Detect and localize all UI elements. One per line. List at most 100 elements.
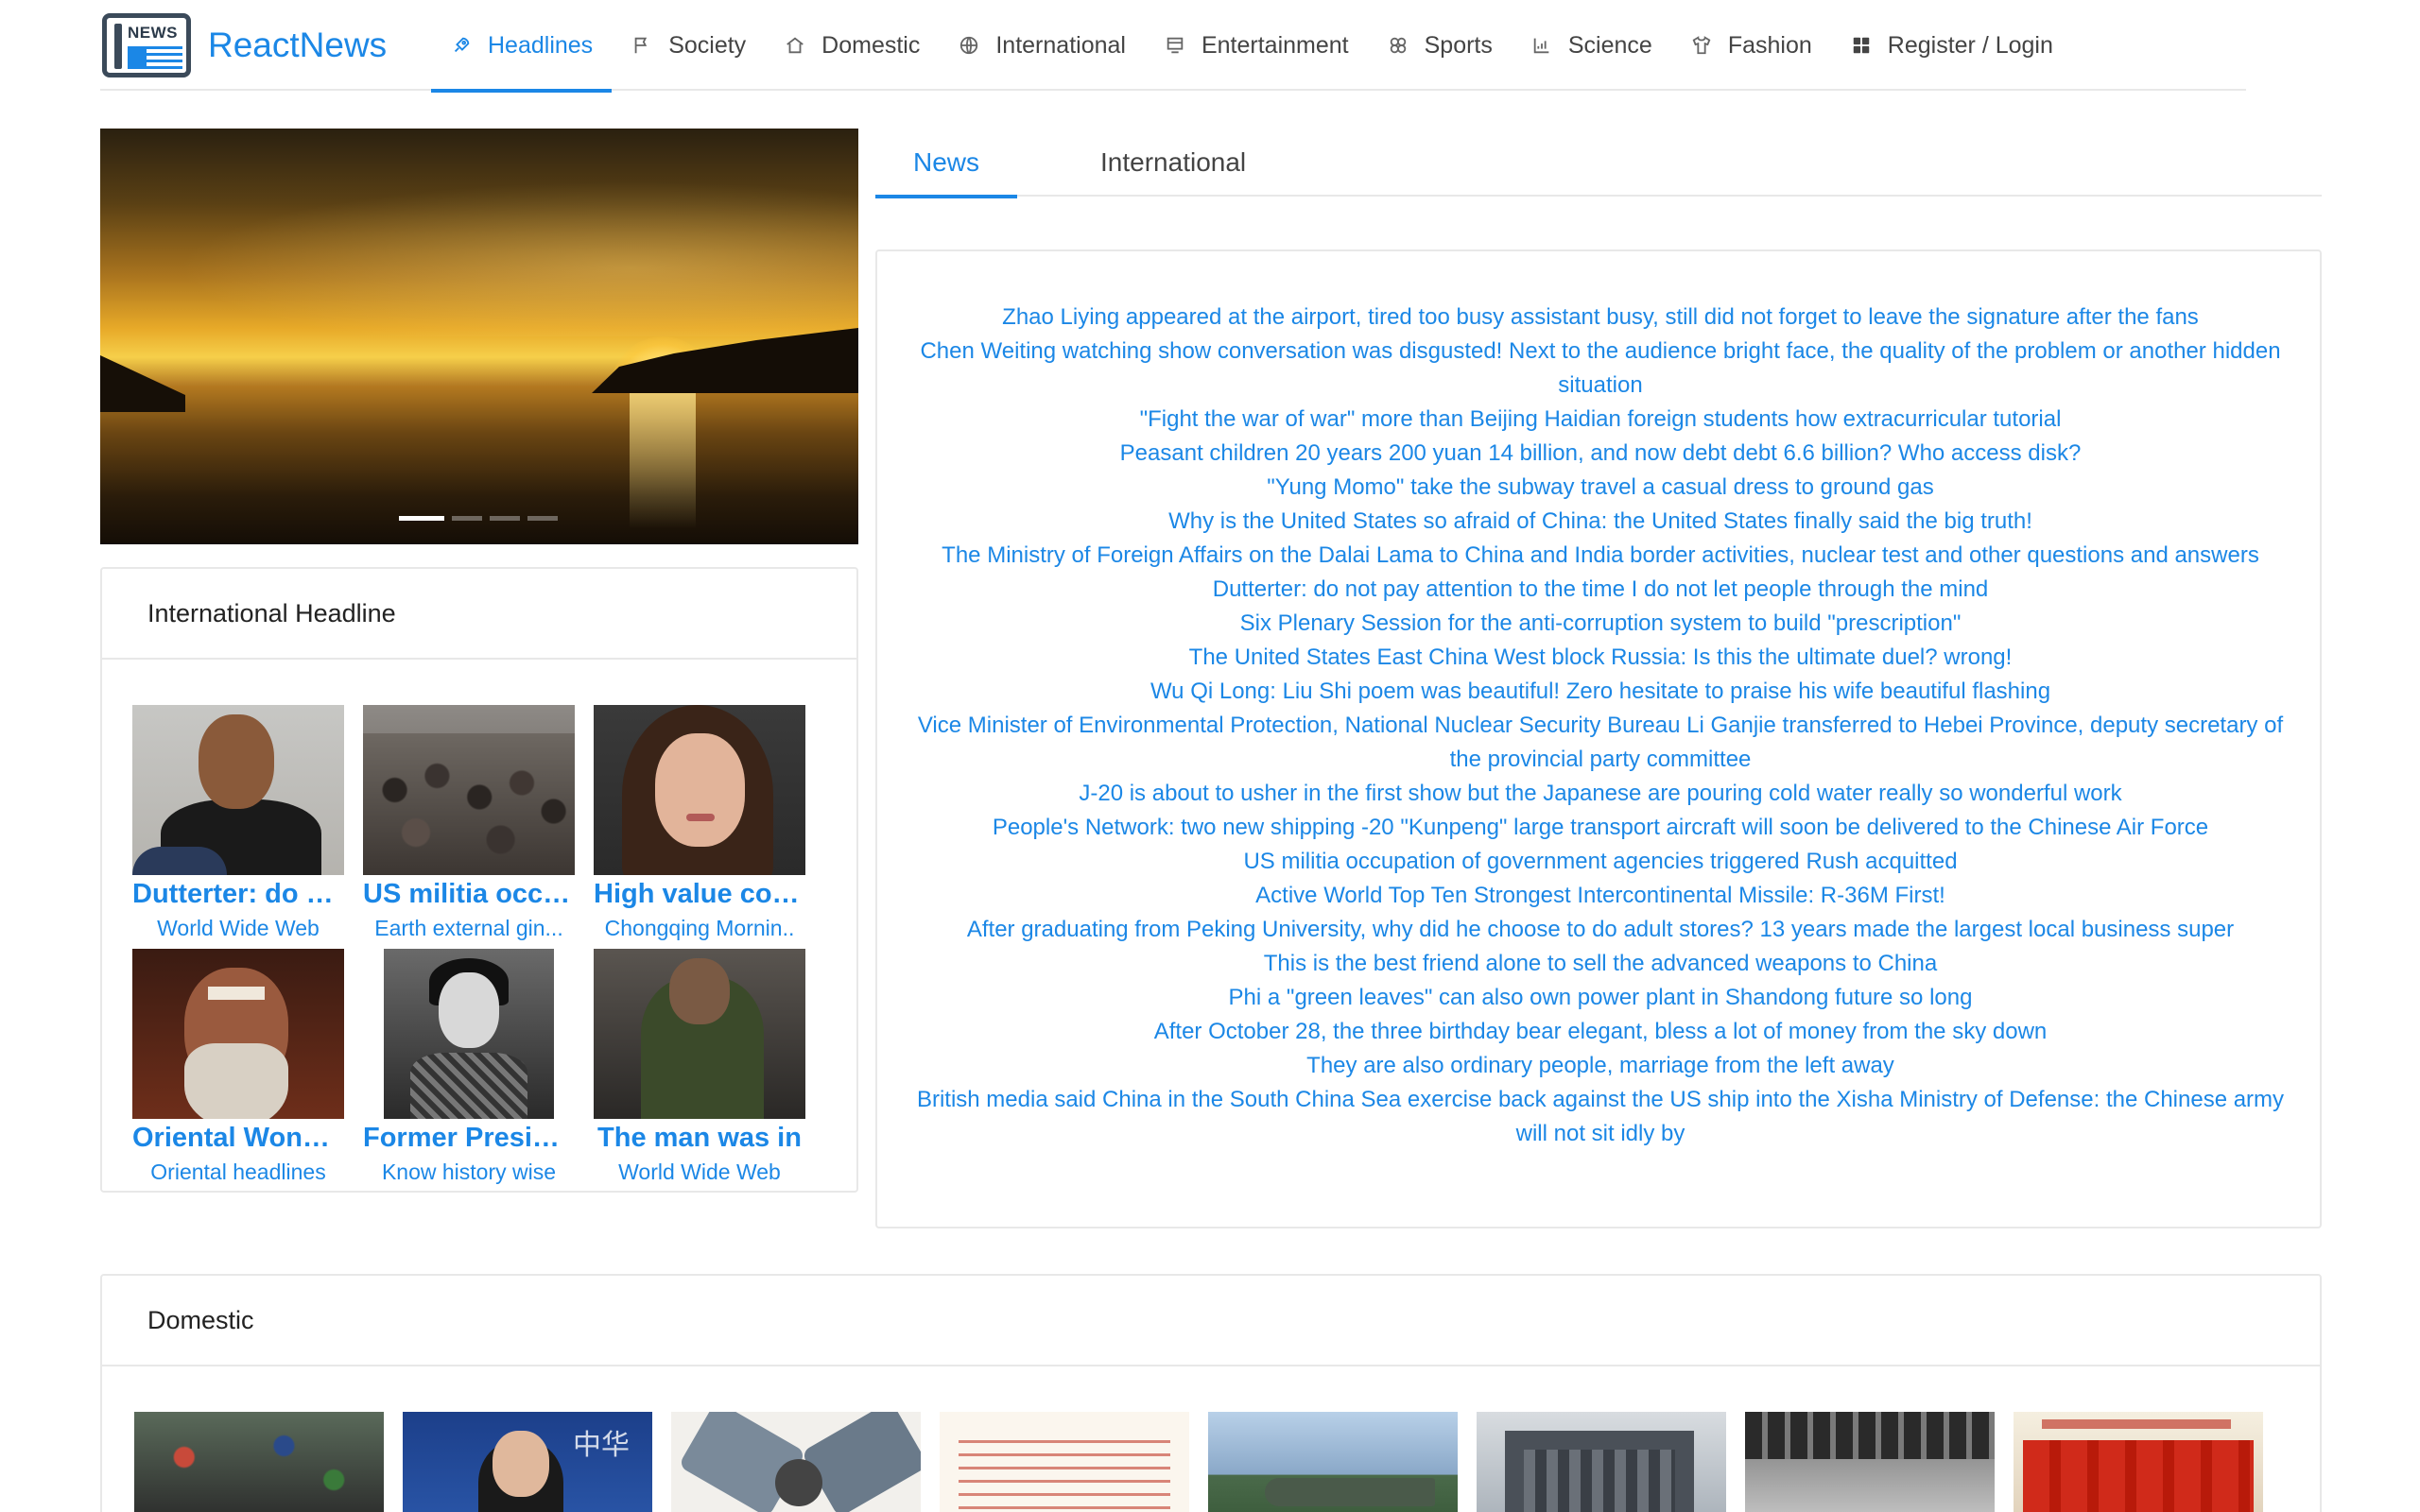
top-header: NEWS ReactNews Headlines Society Domesti… <box>100 0 2246 93</box>
news-link[interactable]: After graduating from Peking University,… <box>906 913 2295 947</box>
news-link[interactable]: Active World Top Ten Strongest Intercont… <box>906 879 2295 913</box>
news-link[interactable]: British media said China in the South Ch… <box>906 1083 2295 1151</box>
app-logo[interactable]: NEWS ReactNews <box>102 13 387 77</box>
news-link[interactable]: This is the best friend alone to sell th… <box>906 947 2295 981</box>
domestic-thumbnail[interactable] <box>2014 1412 2263 1512</box>
headline-thumbnail <box>363 949 575 1119</box>
headline-tile[interactable]: The man was in World Wide Web <box>594 949 805 1193</box>
news-list-card: Zhao Liying appeared at the airport, tir… <box>875 249 2322 1228</box>
headline-title[interactable]: US militia occupation of government agen… <box>363 879 575 910</box>
headline-thumbnail <box>132 705 344 875</box>
hero-carousel[interactable] <box>100 129 858 544</box>
news-tabs: News International <box>875 129 2322 198</box>
headline-thumbnail <box>132 949 344 1119</box>
domestic-card: Domestic 中华 <box>100 1274 2322 1512</box>
thumbnail-text: 中华 <box>573 1429 630 1462</box>
nav-label: Society <box>668 31 747 59</box>
headline-title[interactable]: Oriental Wonders <box>132 1123 344 1154</box>
news-link[interactable]: "Yung Momo" take the subway travel a cas… <box>906 471 2295 505</box>
news-link[interactable]: "Fight the war of war" more than Beijing… <box>906 403 2295 437</box>
nav-item-international[interactable]: International <box>939 0 1145 91</box>
nav-item-register-login[interactable]: Register / Login <box>1831 0 2072 91</box>
nav-item-society[interactable]: Society <box>612 0 765 91</box>
news-logo-icon: NEWS <box>102 13 191 77</box>
domestic-thumbnail[interactable] <box>134 1412 384 1512</box>
domestic-thumbnail[interactable] <box>940 1412 1189 1512</box>
tab-international[interactable]: International <box>1063 129 1284 197</box>
carousel-dots <box>399 516 558 521</box>
nav-label: Fashion <box>1727 31 1812 59</box>
headline-title[interactable]: Dutterter: do not pay attention to the t… <box>132 879 344 910</box>
headline-tile[interactable]: Former President Know history wise <box>363 949 575 1193</box>
nav-item-science[interactable]: Science <box>1512 0 1671 91</box>
news-link[interactable]: After October 28, the three birthday bea… <box>906 1015 2295 1049</box>
app-title: ReactNews <box>208 26 388 64</box>
domestic-thumbnail[interactable] <box>1208 1412 1458 1512</box>
nav-label: International <box>995 31 1126 59</box>
international-headline-card: International Headline Dutterter: do not… <box>100 567 858 1193</box>
headline-title[interactable]: High value could <box>594 879 805 910</box>
chart-icon <box>1530 34 1553 57</box>
news-link[interactable]: Vice Minister of Environmental Protectio… <box>906 709 2295 777</box>
nav-label: Domestic <box>821 31 921 59</box>
nav-item-entertainment[interactable]: Entertainment <box>1145 0 1368 91</box>
headline-source: Know history wise <box>381 1160 557 1184</box>
appstore-icon <box>1850 34 1873 57</box>
tab-news[interactable]: News <box>875 129 1018 198</box>
nav-label: Science <box>1567 31 1652 59</box>
news-link[interactable]: J-20 is about to usher in the first show… <box>906 777 2295 811</box>
news-link[interactable]: US militia occupation of government agen… <box>906 845 2295 879</box>
headline-tile[interactable]: Dutterter: do not pay attention to the t… <box>132 705 344 949</box>
headline-thumbnail <box>594 705 805 875</box>
news-link[interactable]: Six Plenary Session for the anti-corrupt… <box>906 607 2295 641</box>
headline-tile[interactable]: Oriental Wonders Oriental headlines <box>132 949 344 1193</box>
headline-thumbnail <box>594 949 805 1119</box>
carousel-dot[interactable] <box>490 516 520 521</box>
domestic-thumbnail[interactable] <box>1745 1412 1995 1512</box>
news-link[interactable]: Dutterter: do not pay attention to the t… <box>906 573 2295 607</box>
headline-source: World Wide Web <box>618 1160 781 1184</box>
dribbble-icon <box>1387 34 1409 57</box>
rocket-icon <box>450 34 473 57</box>
carousel-dot[interactable] <box>527 516 558 521</box>
domestic-thumbnail[interactable] <box>671 1412 921 1512</box>
main-nav: Headlines Society Domestic International… <box>431 0 2072 93</box>
news-link[interactable]: Chen Weiting watching show conversation … <box>906 335 2295 403</box>
nav-item-headlines[interactable]: Headlines <box>431 0 613 93</box>
nav-item-domestic[interactable]: Domestic <box>765 0 939 91</box>
headline-title[interactable]: The man was in <box>594 1123 805 1154</box>
news-link[interactable]: Zhao Liying appeared at the airport, tir… <box>906 301 2295 335</box>
nav-label: Sports <box>1424 31 1493 59</box>
flag-icon <box>631 34 653 57</box>
card-title: Domestic <box>102 1276 2320 1366</box>
headline-tile[interactable]: High value could Chongqing Mornin.. <box>594 705 805 949</box>
card-title: International Headline <box>102 569 856 660</box>
globe-icon <box>958 34 980 57</box>
nav-item-sports[interactable]: Sports <box>1368 0 1512 91</box>
news-link[interactable]: Phi a "green leaves" can also own power … <box>906 981 2295 1015</box>
headline-title[interactable]: Former President <box>363 1123 575 1154</box>
home-icon <box>784 34 806 57</box>
news-link[interactable]: Peasant children 20 years 200 yuan 14 bi… <box>906 437 2295 471</box>
laptop-icon <box>1164 34 1186 57</box>
domestic-thumbnails: 中华 <box>134 1412 2263 1512</box>
carousel-dot[interactable] <box>399 516 444 521</box>
domestic-thumbnail[interactable]: 中华 <box>403 1412 652 1512</box>
headline-tile[interactable]: US militia occupation of government agen… <box>363 705 575 949</box>
nav-label: Headlines <box>488 31 594 59</box>
news-link[interactable]: The Ministry of Foreign Affairs on the D… <box>906 539 2295 573</box>
news-link[interactable]: Why is the United States so afraid of Ch… <box>906 505 2295 539</box>
news-link[interactable]: People's Network: two new shipping -20 "… <box>906 811 2295 845</box>
headline-source: Earth external gin... <box>374 916 563 940</box>
carousel-dot[interactable] <box>452 516 482 521</box>
news-link[interactable]: They are also ordinary people, marriage … <box>906 1049 2295 1083</box>
headline-thumbnail <box>363 705 575 875</box>
headline-source: World Wide Web <box>157 916 320 940</box>
skin-icon <box>1690 34 1713 57</box>
news-link[interactable]: The United States East China West block … <box>906 641 2295 675</box>
nav-label: Register / Login <box>1887 31 2053 59</box>
domestic-thumbnail[interactable] <box>1477 1412 1726 1512</box>
news-link[interactable]: Wu Qi Long: Liu Shi poem was beautiful! … <box>906 675 2295 709</box>
nav-item-fashion[interactable]: Fashion <box>1671 0 1831 91</box>
headline-source: Chongqing Mornin.. <box>604 916 795 940</box>
